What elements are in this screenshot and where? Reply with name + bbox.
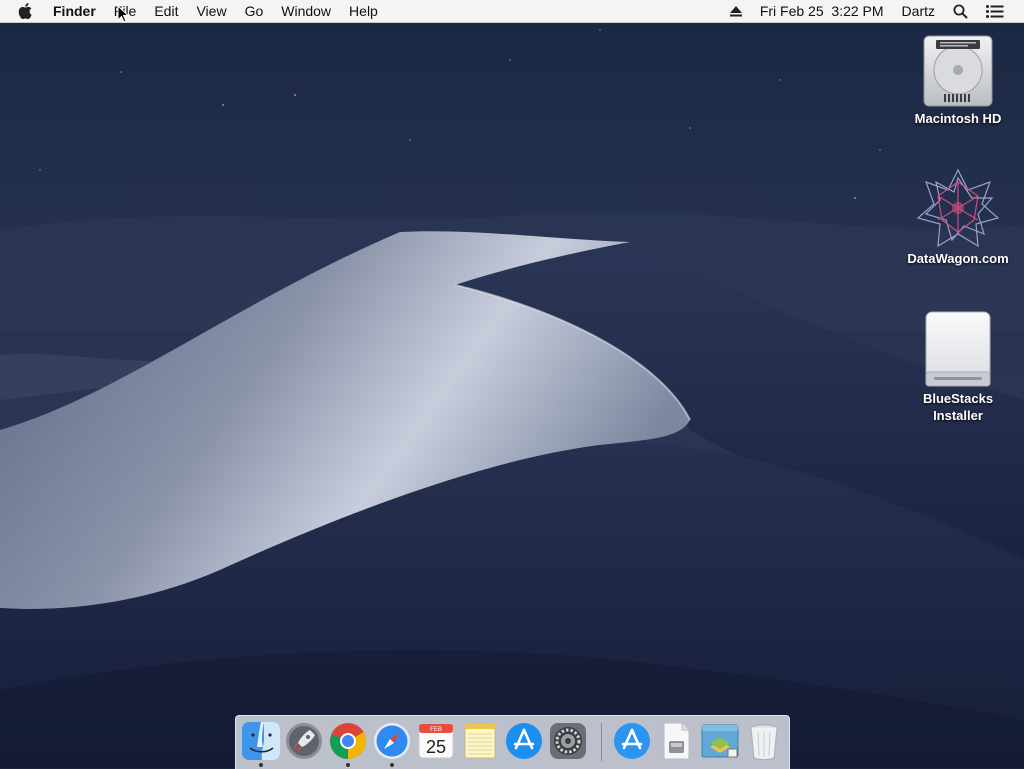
menu-window[interactable]: Window <box>272 0 340 22</box>
menu-go[interactable]: Go <box>236 0 273 22</box>
desktop-icon-macintosh-hd[interactable]: Macintosh HD <box>903 32 1013 127</box>
spotlight-search-icon[interactable] <box>944 0 977 22</box>
running-indicator <box>390 763 394 767</box>
menu-edit[interactable]: Edit <box>145 0 187 22</box>
safari-icon[interactable] <box>372 721 412 761</box>
menu-help[interactable]: Help <box>340 0 387 22</box>
desktop-wallpaper <box>0 0 1024 768</box>
apple-menu-icon[interactable] <box>0 3 44 19</box>
chrome-icon[interactable] <box>328 721 368 761</box>
finder-icon[interactable] <box>241 721 281 761</box>
app-store-icon[interactable] <box>504 721 544 761</box>
app-store-icon[interactable] <box>612 721 652 761</box>
launchpad-icon[interactable] <box>284 721 324 761</box>
running-indicator <box>346 763 350 767</box>
dock: FEB 25 <box>235 715 790 769</box>
calendar-day: 25 <box>426 737 446 757</box>
system-preferences-icon[interactable] <box>548 721 588 761</box>
desktop-icon-datawagon[interactable]: DataWagon.com <box>903 168 1013 267</box>
external-disk-icon <box>925 311 991 387</box>
desktop-icon-label: Macintosh HD <box>914 111 1002 126</box>
trash-icon[interactable] <box>744 721 784 761</box>
eject-icon[interactable] <box>721 0 751 22</box>
desktop-icon-label: DataWagon.com <box>907 251 1009 266</box>
notification-center-icon[interactable] <box>977 0 1024 22</box>
calendar-month: FEB <box>430 727 442 733</box>
installer-icon[interactable] <box>700 721 740 761</box>
menubar-user[interactable]: Dartz <box>893 0 944 22</box>
running-indicator <box>259 763 263 767</box>
menu-view[interactable]: View <box>187 0 235 22</box>
calendar-icon[interactable]: FEB 25 <box>416 721 456 761</box>
desktop-icon-label: BlueStacks Installer <box>922 391 994 423</box>
geometric-star-icon <box>916 168 1000 248</box>
dock-separator <box>601 723 602 761</box>
hard-drive-icon <box>923 35 993 107</box>
app-menu-finder[interactable]: Finder <box>44 0 105 22</box>
desktop-icon-bluestacks-installer[interactable]: BlueStacks Installer <box>903 308 1013 424</box>
mouse-cursor-icon <box>117 5 129 23</box>
menu-bar: Finder File Edit View Go Window Help Fri… <box>0 0 1024 23</box>
menubar-clock[interactable]: Fri Feb 25 3:22 PM <box>751 0 893 22</box>
notes-icon[interactable] <box>460 721 500 761</box>
disk-image-icon[interactable] <box>656 721 696 761</box>
